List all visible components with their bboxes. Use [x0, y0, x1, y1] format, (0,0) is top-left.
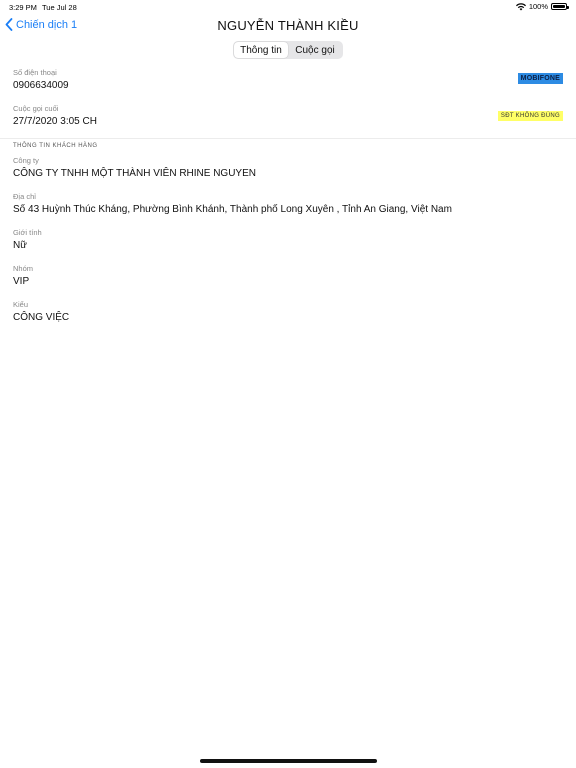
tab-info[interactable]: Thông tin — [234, 42, 288, 58]
group-value: VIP — [13, 276, 30, 287]
address-label: Địa chỉ — [13, 192, 36, 201]
company-field: Công ty CÔNG TY TNHH MỘT THÀNH VIÊN RHIN… — [13, 156, 256, 179]
navigation-bar: Chiến dịch 1 NGUYỄN THÀNH KIỀU — [0, 14, 576, 38]
type-label: Kiểu — [13, 300, 29, 309]
group-label: Nhóm — [13, 264, 34, 273]
home-indicator[interactable] — [200, 759, 377, 763]
address-value: Số 43 Huỳnh Thúc Kháng, Phường Bình Khán… — [13, 204, 452, 215]
tab-calls[interactable]: Cuộc gọi — [288, 42, 342, 58]
wifi-icon — [515, 2, 526, 10]
last-call-value: 27/7/2020 3:05 CH — [13, 116, 97, 127]
carrier-badge: MOBIFONE — [517, 73, 563, 84]
status-time: 3:29 PM — [9, 3, 37, 12]
page-title: NGUYỄN THÀNH KIỀU — [217, 18, 359, 33]
segmented-control: Thông tin Cuộc gọi — [233, 41, 343, 59]
status-bar: 3:29 PM Tue Jul 28 100% — [0, 0, 576, 14]
company-label: Công ty — [13, 156, 39, 165]
gender-field: Giới tính Nữ — [13, 228, 42, 251]
last-call-label: Cuộc gọi cuối — [13, 104, 59, 113]
company-value: CÔNG TY TNHH MỘT THÀNH VIÊN RHINE NGUYEN — [13, 168, 256, 179]
type-field: Kiểu CÔNG VIỆC — [13, 300, 69, 323]
type-value: CÔNG VIỆC — [13, 312, 70, 323]
address-field: Địa chỉ Số 43 Huỳnh Thúc Kháng, Phường B… — [13, 192, 452, 215]
status-indicators: 100% — [515, 2, 569, 11]
battery-percent: 100% — [528, 2, 548, 11]
phone-label: Số điện thoại — [13, 68, 57, 77]
phone-field: Số điện thoại 0906634009 — [13, 68, 69, 91]
status-date: Tue Jul 28 — [42, 3, 77, 12]
gender-label: Giới tính — [13, 228, 42, 237]
battery-icon — [551, 3, 569, 10]
last-call-field: Cuộc gọi cuối 27/7/2020 3:05 CH — [13, 104, 97, 127]
section-title: THÔNG TIN KHÁCH HÀNG — [13, 143, 98, 149]
divider — [0, 138, 576, 139]
gender-value: Nữ — [13, 240, 27, 251]
warning-badge: SĐT KHÔNG ĐÚNG — [497, 111, 563, 121]
group-field: Nhóm VIP — [13, 264, 33, 287]
phone-value[interactable]: 0906634009 — [13, 80, 69, 91]
